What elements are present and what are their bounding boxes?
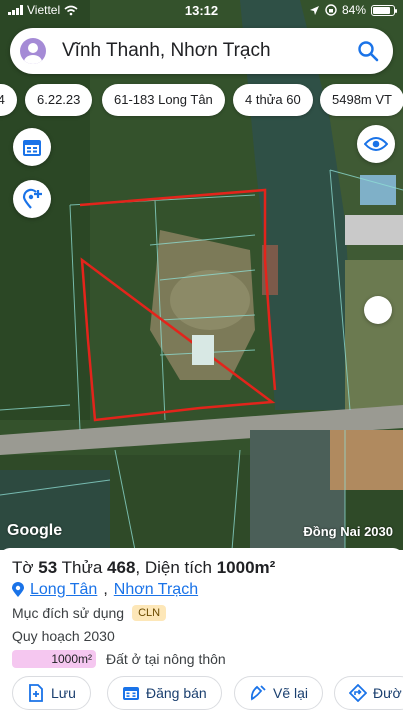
planning-label: Quy hoạch 2030 xyxy=(12,628,115,644)
add-place-button[interactable] xyxy=(13,180,51,218)
calendar-icon xyxy=(123,687,139,700)
parcel-prefix: Thửa xyxy=(61,558,103,577)
directions-button[interactable]: Đườ xyxy=(334,676,403,710)
search-query[interactable]: Vĩnh Thanh, Nhơn Trạch xyxy=(62,40,357,62)
chip-item[interactable]: 6.22.23 xyxy=(25,84,93,116)
status-bar: Viettel 13:12 84% xyxy=(0,0,403,22)
area-prefix: , Diện tích xyxy=(135,558,212,577)
google-logo: Google xyxy=(7,522,63,539)
post-label: Đăng bán xyxy=(146,685,207,701)
eye-icon xyxy=(364,137,388,151)
chip-item[interactable]: 5498m VT xyxy=(320,84,403,116)
save-button[interactable]: Lưu xyxy=(12,676,91,710)
post-for-sale-button[interactable]: Đăng bán xyxy=(107,676,222,710)
add-location-icon xyxy=(22,188,42,209)
calendar-icon xyxy=(23,140,41,156)
orientation-lock-icon xyxy=(325,4,337,16)
chip-item[interactable]: .4 xyxy=(0,84,17,116)
parcel-area: 1000m² xyxy=(216,558,276,577)
purpose-label: Mục đích sử dụng xyxy=(12,605,125,621)
directions-icon xyxy=(349,684,367,702)
visibility-button[interactable] xyxy=(357,125,395,163)
sheet-number: 53 xyxy=(38,558,58,577)
action-bar: Lưu Đăng bán Vẽ lại Đườ xyxy=(0,676,403,710)
commune-link[interactable]: Long Tân xyxy=(30,581,97,599)
map-control-knob[interactable] xyxy=(364,296,392,324)
battery-percent: 84% xyxy=(341,3,366,17)
search-bar[interactable]: Vĩnh Thanh, Nhơn Trạch xyxy=(10,28,393,74)
location-separator: , xyxy=(103,581,108,598)
parcel-title: Tờ 53 Thửa 468, Diện tích 1000m² xyxy=(12,558,275,578)
planning-layer-label: Đồng Nai 2030 xyxy=(303,524,393,539)
map-imagery xyxy=(0,0,403,550)
planning-row: 1000m² Đất ở tại nông thôn xyxy=(12,650,226,668)
land-use-row: Mục đích sử dụng CLN xyxy=(12,605,167,621)
calendar-button[interactable] xyxy=(13,128,51,166)
redraw-button[interactable]: Vẽ lại xyxy=(234,676,324,710)
planning-use: Đất ở tại nông thôn xyxy=(106,651,226,667)
land-use-badge: CLN xyxy=(132,605,167,621)
map-pin-icon xyxy=(12,582,24,597)
parcel-chips: .4 6.22.23 61-183 Long Tân 4 thửa 60 549… xyxy=(0,84,403,116)
parcel-info-sheet: Tờ 53 Thửa 468, Diện tích 1000m² Long Tâ… xyxy=(0,548,403,717)
redraw-label: Vẽ lại xyxy=(273,685,309,701)
edit-shape-icon xyxy=(250,685,266,701)
search-icon[interactable] xyxy=(357,40,379,62)
avatar[interactable] xyxy=(20,38,46,64)
chip-item[interactable]: 4 thửa 60 xyxy=(233,84,313,116)
status-right: 84% xyxy=(309,3,397,17)
planning-area-badge: 1000m² xyxy=(12,650,96,668)
district-link[interactable]: Nhơn Trạch xyxy=(114,581,198,599)
parcel-number: 468 xyxy=(107,558,136,577)
location-line: Long Tân, Nhơn Trạch xyxy=(12,581,198,599)
battery-icon xyxy=(371,4,397,16)
battery-fill xyxy=(373,6,390,14)
satellite-map[interactable] xyxy=(0,0,403,550)
chip-item[interactable]: 61-183 Long Tân xyxy=(102,84,225,116)
add-file-icon xyxy=(29,684,43,702)
directions-label: Đườ xyxy=(373,685,402,701)
location-arrow-icon xyxy=(309,5,319,15)
save-label: Lưu xyxy=(51,685,76,701)
sheet-prefix: Tờ xyxy=(12,558,34,577)
